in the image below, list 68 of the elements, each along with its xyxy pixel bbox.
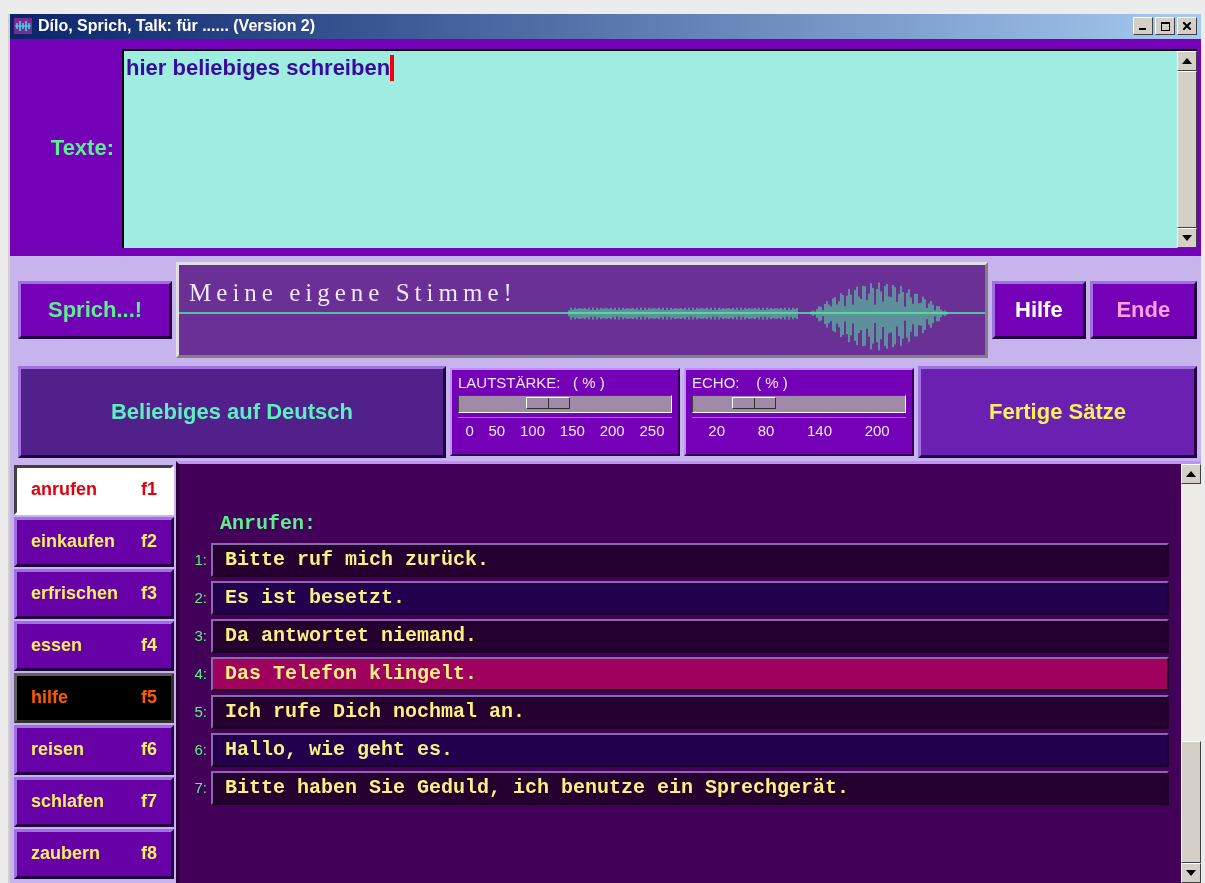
close-button[interactable] xyxy=(1177,17,1197,36)
category-tab[interactable]: anrufen f1 xyxy=(14,465,174,515)
category-tab[interactable]: essen f4 xyxy=(14,621,174,671)
phrase-item[interactable]: Ich rufe Dich nochmal an. xyxy=(211,695,1169,729)
line-number: 3: xyxy=(193,627,207,645)
slider-label: ECHO: ( % ) xyxy=(692,374,789,392)
line-number: 4: xyxy=(193,665,207,683)
scroll-up-button[interactable] xyxy=(1181,464,1201,484)
slider-track[interactable] xyxy=(458,395,672,414)
phrase-item[interactable]: Es ist besetzt. xyxy=(211,581,1169,615)
field-label: Texte: xyxy=(49,135,115,162)
speak-button[interactable]: Sprich...! xyxy=(18,280,173,339)
maximize-icon xyxy=(1160,21,1170,31)
display-title: Meine eigene Stimme! xyxy=(189,278,517,307)
minimize-button[interactable] xyxy=(1133,17,1153,36)
end-button[interactable]: Ende xyxy=(1089,280,1197,339)
phrase-item[interactable]: Da antwortet niemand. xyxy=(211,619,1169,653)
tick-label: 140 xyxy=(806,422,832,440)
slider-label: LAUTSTÄRKE: ( % ) xyxy=(458,374,606,392)
line-number: 7: xyxy=(193,779,207,797)
line-number: 1: xyxy=(193,551,207,569)
tick-label: 200 xyxy=(599,422,625,440)
phrases-button[interactable]: Fertige Sätze xyxy=(918,366,1197,459)
tick-label: 250 xyxy=(639,422,665,440)
help-button[interactable]: Hilfe xyxy=(992,280,1086,339)
tick-label: 150 xyxy=(559,422,585,440)
tick-label: 20 xyxy=(708,422,725,440)
category-tab[interactable]: erfrischen f3 xyxy=(14,569,174,619)
free-text-button[interactable]: Beliebiges auf Deutsch xyxy=(18,366,446,459)
up-arrow-icon xyxy=(1186,471,1196,477)
list-heading: Anrufen: xyxy=(220,512,317,535)
scrollbar[interactable] xyxy=(1177,50,1197,249)
line-number: 6: xyxy=(193,741,207,759)
tick-label: 80 xyxy=(757,422,775,440)
scrollbar[interactable] xyxy=(1181,464,1201,883)
slider-thumb[interactable] xyxy=(526,397,571,410)
field-value: hier beliebiges schreiben xyxy=(126,54,391,81)
app-icon xyxy=(14,18,32,35)
tick-label: 50 xyxy=(488,422,506,440)
scroll-thumb[interactable] xyxy=(1177,70,1197,229)
down-arrow-icon xyxy=(1182,235,1192,242)
slider-track[interactable] xyxy=(692,395,906,414)
tick-label: 0 xyxy=(465,422,474,440)
phrase-item[interactable]: Bitte haben Sie Geduld, ich benutze ein Sprechgerät. xyxy=(211,771,1169,805)
text-field[interactable]: hier beliebiges schreiben xyxy=(122,48,1197,249)
scroll-thumb[interactable] xyxy=(1181,741,1201,863)
slider-thumb[interactable] xyxy=(732,397,777,410)
maximize-button[interactable] xyxy=(1155,17,1175,36)
phrase-item[interactable]: Bitte ruf mich zurück. xyxy=(211,543,1169,577)
text-caret xyxy=(390,54,395,81)
phrase-item[interactable]: Hallo, wie geht es. xyxy=(211,733,1169,767)
scroll-down-button[interactable] xyxy=(1177,228,1197,249)
category-tab[interactable]: einkaufen f2 xyxy=(14,517,174,567)
scroll-up-button[interactable] xyxy=(1177,50,1197,71)
tick-label: 200 xyxy=(864,422,890,440)
category-tab[interactable]: schlafen f7 xyxy=(14,777,174,827)
category-tab[interactable]: reisen f6 xyxy=(14,725,174,775)
tick-label: 100 xyxy=(520,422,546,440)
window-title: Dílo, Sprich, Talk: für ...... (Version 2) xyxy=(38,17,317,36)
line-number: 5: xyxy=(193,703,207,721)
line-number: 2: xyxy=(193,589,207,607)
scroll-down-button[interactable] xyxy=(1181,863,1201,883)
up-arrow-icon xyxy=(1182,57,1192,64)
close-icon xyxy=(1183,22,1191,31)
down-arrow-icon xyxy=(1186,870,1196,876)
category-tab[interactable]: hilfe f5 xyxy=(14,673,174,723)
category-tab[interactable]: zaubern f8 xyxy=(14,829,174,879)
phrase-item[interactable]: Das Telefon klingelt. xyxy=(211,657,1169,691)
